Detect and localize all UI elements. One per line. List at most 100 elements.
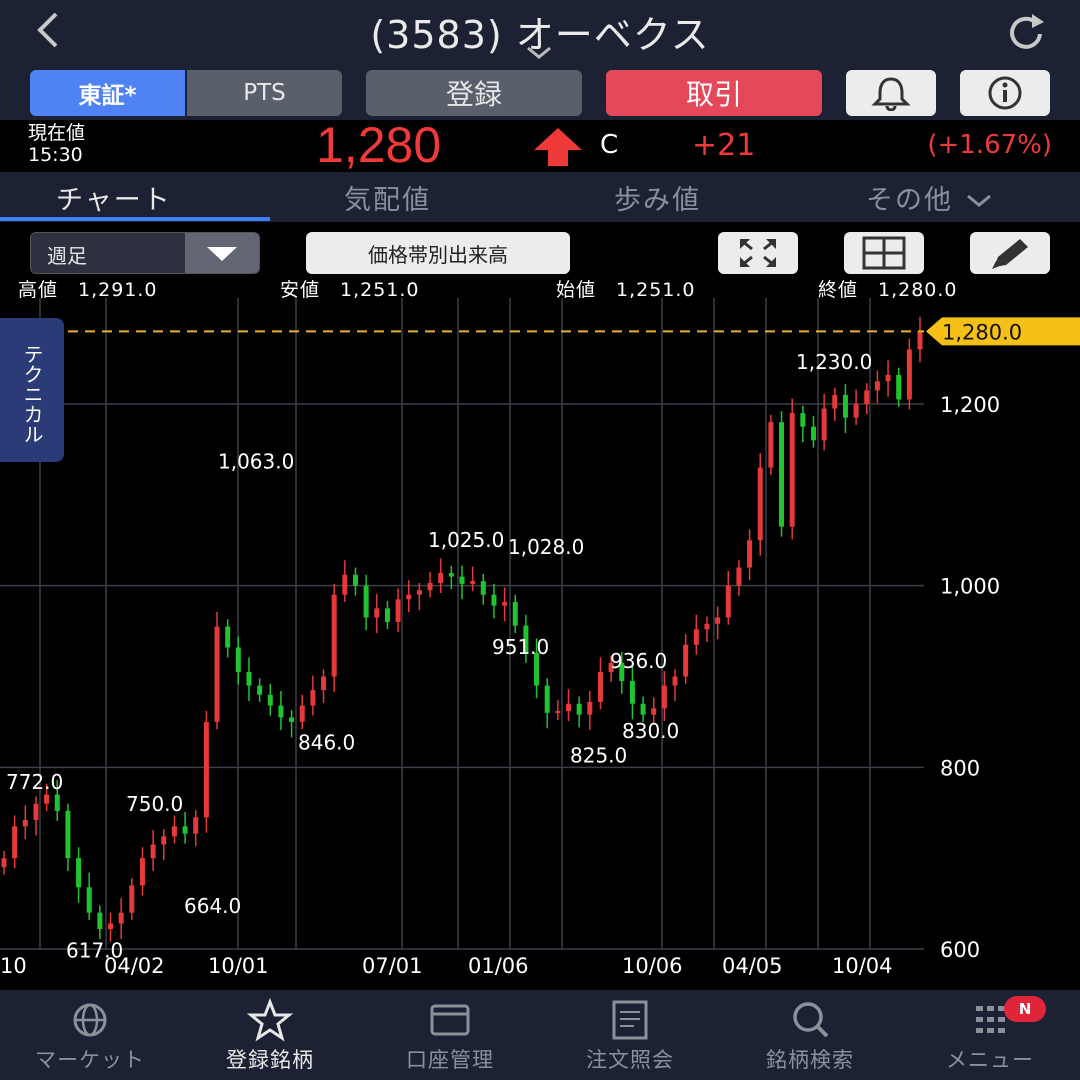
volume-profile-button[interactable]: 価格帯別出来高: [306, 232, 570, 274]
candle-body: [491, 594, 497, 606]
candle-body: [683, 644, 689, 677]
candle-body: [832, 394, 838, 409]
globe-icon: [73, 1003, 107, 1037]
candle-body: [768, 422, 774, 468]
tab-other[interactable]: その他: [866, 178, 994, 217]
technical-side-tab-label: テクニカル: [20, 344, 44, 444]
market-pts-button[interactable]: PTS: [187, 70, 342, 116]
candle-body: [427, 582, 433, 591]
candle-body: [448, 572, 454, 577]
nav-search[interactable]: 銘柄検索: [720, 990, 900, 1080]
register-button[interactable]: 登録: [366, 70, 582, 116]
y-tick-label: 600: [940, 938, 980, 962]
y-tick-label: 1,200: [940, 393, 1000, 417]
nav-watchlist[interactable]: 登録銘柄: [180, 990, 360, 1080]
candle-body: [257, 685, 263, 695]
candle-body: [267, 694, 273, 706]
candle-body: [12, 826, 18, 859]
candlestick-chart[interactable]: 1,2001,0008006001,280.0772.0750.0664.061…: [0, 298, 1080, 990]
search-icon: [793, 1002, 829, 1038]
price-annotation: 1,025.0: [428, 528, 504, 552]
candle-body: [278, 705, 284, 718]
price-annotation: 772.0: [6, 770, 63, 794]
candle-body: [118, 912, 124, 924]
price-annotation: 1,063.0: [218, 449, 294, 473]
candle-body: [22, 820, 28, 827]
price-annotation: 830.0: [622, 719, 679, 743]
candle-body: [906, 349, 912, 400]
candle-body: [896, 374, 902, 400]
active-tab-indicator: [0, 217, 270, 221]
candle-body: [246, 671, 252, 686]
candle-body: [480, 581, 486, 595]
info-icon: [988, 76, 1022, 110]
price-annotation: 825.0: [570, 744, 627, 768]
candle-body: [352, 574, 358, 586]
candle-body: [842, 394, 848, 418]
tab-quotes[interactable]: 気配値: [344, 178, 431, 217]
nav-watchlist-label: 登録銘柄: [226, 1048, 314, 1072]
candle-body: [917, 331, 923, 350]
candle-body: [289, 717, 295, 722]
document-icon: [612, 1000, 648, 1040]
candle-body: [566, 703, 572, 712]
candle-body: [150, 844, 156, 859]
fullscreen-button[interactable]: [718, 232, 798, 274]
candle-body: [342, 574, 348, 595]
nav-account-label: 口座管理: [406, 1048, 494, 1072]
tab-bar: チャート 気配値 歩み値 その他: [0, 172, 1080, 222]
nav-account[interactable]: 口座管理: [360, 990, 540, 1080]
x-tick-label: 10/06: [622, 954, 683, 978]
candle-body: [725, 585, 731, 618]
market-tse-button[interactable]: 東証*: [30, 70, 185, 116]
bell-icon: [871, 77, 911, 111]
chevron-down-icon[interactable]: [522, 44, 556, 62]
x-tick-label: 10/04: [832, 954, 893, 978]
price-row: 現在値 15:30 1,280 C +21 (+1.67%): [0, 117, 1080, 173]
info-button[interactable]: [960, 70, 1050, 116]
price-change-pct: (+1.67%): [927, 130, 1052, 160]
layout-button[interactable]: [844, 232, 924, 274]
candle-body: [97, 912, 103, 930]
x-tick-label: 10: [0, 954, 27, 978]
candle-body: [821, 408, 827, 441]
candle-body: [406, 594, 412, 600]
app-header: (3583) オーベクス: [0, 0, 1080, 66]
candle-body: [693, 629, 699, 645]
x-tick-label: 10/01: [208, 954, 269, 978]
chevron-down-icon: [966, 194, 991, 207]
current-price-tag-label: 1,280.0: [942, 320, 1022, 344]
candle-body: [502, 602, 508, 606]
trade-button[interactable]: 取引: [606, 70, 822, 116]
wallet-icon: [430, 1004, 470, 1036]
candle-body: [1, 858, 7, 868]
candle-body: [384, 608, 390, 622]
candle-body: [544, 685, 550, 713]
candle-body: [299, 705, 305, 722]
alert-button[interactable]: [846, 70, 936, 116]
price-change: +21: [692, 128, 756, 163]
nav-orders[interactable]: 注文照会: [540, 990, 720, 1080]
candle-body: [512, 602, 518, 626]
candle-body: [171, 826, 177, 837]
candle-body: [363, 585, 369, 618]
chart-toolbar: 週足 価格帯別出来高 高値 1,291.0 安値 1,251.0 始値 1,25…: [0, 222, 1080, 301]
tab-ticks[interactable]: 歩み値: [614, 178, 701, 217]
tab-chart[interactable]: チャート: [56, 178, 172, 217]
nav-menu-label: メニュー: [946, 1048, 1034, 1072]
tab-other-label: その他: [866, 185, 953, 216]
current-price-label: 現在値 15:30: [28, 122, 85, 166]
candle-body: [76, 858, 82, 888]
plot-background: [0, 298, 924, 980]
nav-market[interactable]: マーケット: [0, 990, 180, 1080]
bottom-navigation: マーケット 登録銘柄 口座管理 注文照会 銘柄検索 メニュー: [0, 990, 1080, 1080]
candle-body: [203, 721, 209, 818]
candle-body: [395, 599, 401, 622]
period-dropdown-button[interactable]: [185, 233, 259, 273]
nav-menu[interactable]: メニュー: [900, 990, 1080, 1080]
price-annotation: 936.0: [610, 649, 667, 673]
refresh-icon[interactable]: [1002, 10, 1052, 54]
candle-body: [33, 803, 39, 821]
period-select[interactable]: 週足: [30, 232, 260, 274]
draw-button[interactable]: [970, 232, 1050, 274]
